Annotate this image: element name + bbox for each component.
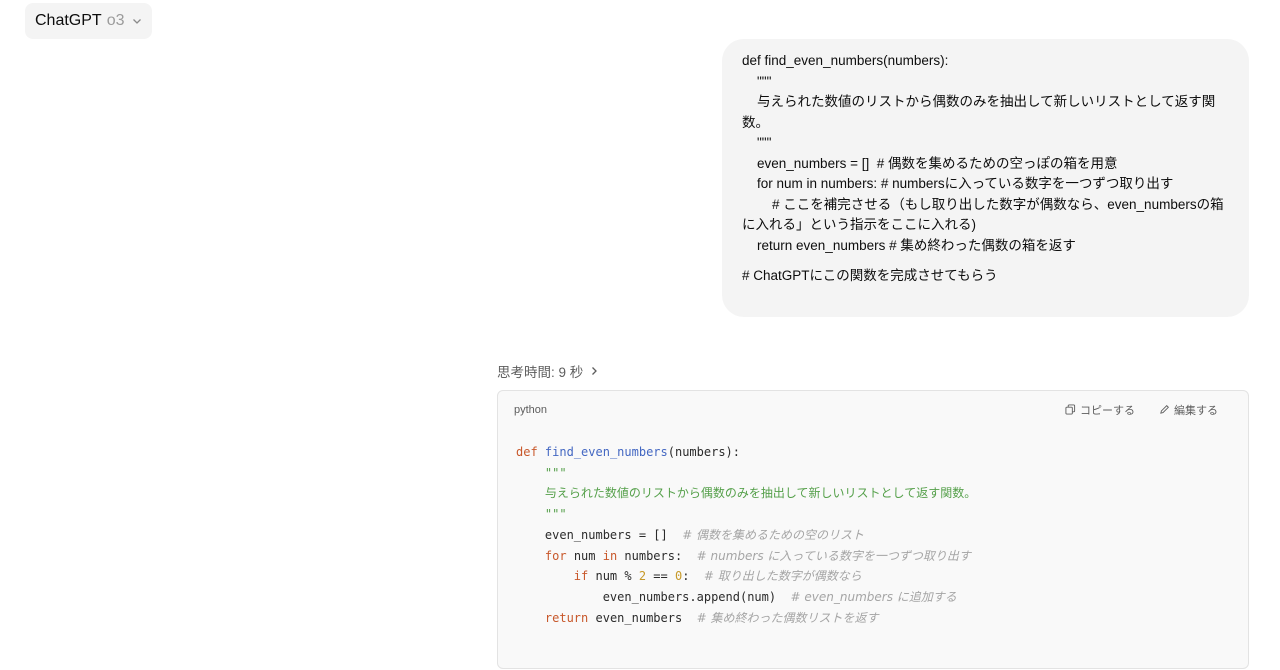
user-message-line: # ここを補完させる（もし取り出した数字が偶数なら、even_numbersの箱	[742, 196, 1224, 212]
code-token: if	[573, 569, 589, 584]
user-message-line: def find_even_numbers(numbers):	[742, 53, 949, 68]
code-line: even_numbers = [] # 偶数を集めるための空のリスト	[516, 528, 864, 542]
code-token: # numbers に入っている数字を一つずつ取り出す	[696, 548, 971, 563]
code-token: ==	[646, 569, 675, 584]
model-version: o3	[106, 12, 125, 29]
user-message-line: # ChatGPTにこの関数を完成させてもらう	[742, 268, 998, 283]
user-message-line: even_numbers = [] # 偶数を集めるための空っぽの箱を用意	[742, 155, 1118, 171]
pencil-icon	[1160, 405, 1169, 414]
code-token: """	[544, 507, 567, 522]
code-line: 与えられた数値のリストから偶数のみを抽出して新しいリストとして返す関数。	[516, 486, 976, 500]
edit-code-label: 編集する	[1174, 404, 1218, 417]
code-token: # 取り出した数字が偶数なら	[703, 569, 862, 584]
code-token: 2	[638, 569, 647, 584]
copy-code-button[interactable]: コピーする	[1065, 402, 1135, 418]
code-token: for	[544, 548, 567, 563]
code-token: num	[566, 548, 603, 563]
code-line: for num in numbers: # numbers に入っている数字を一…	[516, 549, 971, 563]
code-token: even_numbers = []	[544, 527, 683, 542]
code-token: :	[682, 569, 704, 584]
code-token: # 集め終わった偶数リストを返す	[696, 610, 879, 625]
code-token: 与えられた数値のリストから偶数のみを抽出して新しいリストとして返す関数。	[544, 486, 977, 501]
thinking-time-toggle[interactable]: 思考時間: 9 秒	[497, 361, 599, 381]
code-line: """	[516, 466, 567, 480]
code-line: return even_numbers # 集め終わった偶数リストを返す	[516, 611, 879, 625]
code-line: """	[516, 507, 567, 521]
user-message-bubble: def find_even_numbers(numbers): """ 与えられ…	[722, 39, 1249, 317]
code-token: num %	[588, 569, 639, 584]
chevron-down-icon	[133, 19, 142, 24]
user-message-line: """	[742, 73, 772, 89]
code-token: # even_numbers に追加する	[790, 589, 957, 604]
code-line: if num % 2 == 0: # 取り出した数字が偶数なら	[516, 569, 862, 583]
user-message-line: """	[742, 135, 772, 150]
code-token: find_even_numbers	[544, 445, 668, 459]
code-block-header: python コピーする 編集する	[498, 391, 1248, 428]
model-name: ChatGPT	[35, 12, 102, 29]
code-token: even_numbers.append(num)	[602, 589, 791, 604]
user-message-line: に入れる」という指示をここに入れる)	[742, 217, 976, 232]
code-token: numbers:	[617, 548, 697, 563]
user-message-line: return even_numbers # 集め終わった偶数の箱を返す	[742, 237, 1076, 253]
code-language-label: python	[514, 403, 548, 416]
code-token: def	[516, 445, 538, 459]
code-content: def find_even_numbers(numbers): """ 与えられ…	[498, 428, 1248, 628]
code-token: even_numbers	[588, 610, 697, 625]
code-token: (numbers):	[667, 445, 740, 459]
model-switcher[interactable]: ChatGPT o3	[25, 3, 153, 39]
chevron-right-icon	[592, 367, 598, 375]
copy-icon	[1065, 404, 1076, 415]
copy-code-label: コピーする	[1080, 404, 1135, 417]
thinking-time-label: 思考時間: 9 秒	[497, 365, 584, 380]
code-block: python コピーする 編集する def find_even_numbers(…	[497, 390, 1249, 669]
code-token: in	[602, 548, 618, 563]
edit-code-button[interactable]: 編集する	[1159, 402, 1218, 418]
code-line: even_numbers.append(num) # even_numbers …	[516, 590, 957, 604]
code-token: return	[544, 610, 589, 625]
code-token: # 偶数を集めるための空のリスト	[682, 527, 865, 542]
user-message-line: for num in numbers: # numbersに入っている数字を一つ…	[742, 176, 1174, 191]
user-message-line: 与えられた数値のリストから偶数のみを抽出して新しいリストとして返す関数。	[742, 94, 1216, 130]
code-token: """	[544, 465, 567, 480]
code-line: def find_even_numbers(numbers):	[516, 445, 740, 459]
